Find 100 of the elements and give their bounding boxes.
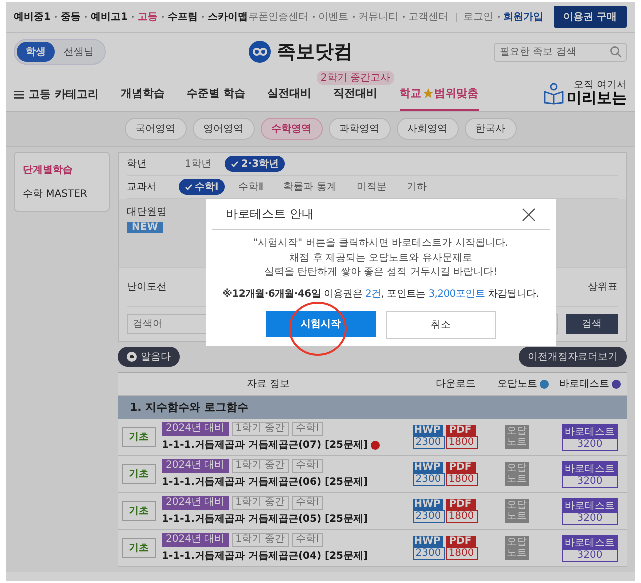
- level-link[interactable]: 스카이맵: [208, 10, 248, 24]
- search-field[interactable]: 필요한 족보 검색: [494, 42, 627, 62]
- promo-caption: 오직 여기서: [574, 80, 627, 92]
- subject-tab[interactable]: 국어영역: [124, 118, 186, 140]
- level-tag: 기초: [122, 464, 156, 484]
- quick-test-button[interactable]: 바로테스트 3200: [562, 534, 618, 562]
- nav-badge: 2학기 중간고사: [316, 71, 394, 85]
- info-tag: 2024년 대비: [162, 533, 229, 547]
- logo-icon: [247, 39, 273, 65]
- logo-text[interactable]: 족보닷컴: [277, 39, 353, 65]
- quick-test-button[interactable]: 바로테스트 3200: [562, 460, 618, 488]
- level-link[interactable]: 예비고1: [90, 10, 128, 24]
- top-link[interactable]: 고객센터: [408, 10, 449, 24]
- sidebar-item[interactable]: 단계별학습: [23, 163, 101, 177]
- nav-tab-label[interactable]: 학교: [400, 86, 422, 101]
- subject-tab[interactable]: 수학영역: [260, 118, 322, 140]
- grade-option[interactable]: 1학년: [179, 156, 218, 172]
- textbook-option[interactable]: 기하: [400, 179, 433, 195]
- level-tag: 기초: [122, 501, 156, 521]
- cancel-button[interactable]: 취소: [386, 310, 496, 338]
- level-tag: 기초: [122, 427, 156, 447]
- nav-tab[interactable]: 직전대비: [334, 86, 378, 111]
- nav-tab-label[interactable]: 실전대비: [268, 86, 312, 101]
- menu-icon[interactable]: [14, 90, 24, 98]
- pdf-download-button[interactable]: PDF 1800: [446, 536, 476, 560]
- column-header: 다운로드: [435, 378, 477, 391]
- category-label[interactable]: 고등 카테고리: [29, 87, 99, 102]
- column-header: 바로테스트: [553, 377, 627, 391]
- dialog-notice: ※12개월·6개월·46일 이용권은 2건, 포인트는 3,200포인트 차감됩니다.: [222, 288, 540, 300]
- search-button[interactable]: 검색: [566, 314, 618, 334]
- textbook-option[interactable]: 수학Ⅱ: [232, 179, 270, 195]
- filter-label: 난이도선: [127, 281, 168, 294]
- level-tag: 기초: [122, 538, 156, 558]
- search-icon[interactable]: [610, 46, 622, 58]
- role-option[interactable]: 선생님: [55, 42, 103, 62]
- nav-tab-label[interactable]: 직전대비: [334, 86, 378, 101]
- pdf-download-button[interactable]: PDF 1800: [446, 425, 476, 449]
- nav-tab-label[interactable]: 수준별 학습: [186, 86, 246, 101]
- alert-button[interactable]: 알음다: [118, 347, 180, 367]
- filter-label: 대단원명: [127, 206, 168, 219]
- material-title[interactable]: 1-1-1.거듭제곱과 거듭제곱근(06) [25문제]: [162, 475, 368, 489]
- role-option[interactable]: 학생: [17, 42, 55, 62]
- hwp-download-button[interactable]: HWP 2300: [412, 536, 442, 560]
- grade-option[interactable]: 2·3학년: [225, 156, 286, 172]
- signup-link[interactable]: 회원가입: [504, 10, 544, 24]
- subject-tab[interactable]: 과학영역: [328, 118, 390, 140]
- nav-tab[interactable]: 수준별 학습: [186, 86, 246, 111]
- material-title[interactable]: 1-1-1.거듭제곱과 거듭제곱근(04) [25문제]: [162, 549, 368, 563]
- top-link[interactable]: 이벤트: [318, 10, 349, 24]
- info-tag: 2024년 대비: [162, 496, 229, 510]
- textbook-option[interactable]: 미적분: [350, 179, 393, 195]
- section-header: 1. 지수함수와 로그함수: [118, 396, 627, 419]
- level-link[interactable]: 예비중1: [14, 10, 51, 24]
- buy-pass-button[interactable]: 이용권 구매: [554, 6, 627, 28]
- filter-option[interactable]: 상위표: [588, 280, 618, 294]
- dialog-message: "시험시작" 버튼을 클릭하시면 바로테스트가 시작됩니다. 채점 후 제공되는 오답노트와 유사문제로 실력을 탄탄하게 쌓아 좋은 성적 거두시길 바랍니다!: [252, 237, 510, 280]
- level-link[interactable]: 고등: [138, 10, 158, 24]
- level-link[interactable]: 수프림: [168, 10, 198, 24]
- book-icon: [544, 82, 564, 105]
- info-tag: 수학Ⅰ: [292, 533, 324, 547]
- info-tag: 2024년 대비: [162, 422, 229, 436]
- subject-tab[interactable]: 사회영역: [396, 118, 458, 140]
- textbook-option[interactable]: 수학Ⅰ: [179, 179, 225, 195]
- filter-label: 학년: [127, 158, 148, 171]
- level-link[interactable]: 중등: [60, 10, 81, 24]
- check-icon: [231, 160, 240, 168]
- hwp-download-button[interactable]: HWP 2300: [412, 425, 442, 449]
- textbook-option[interactable]: 확률과 통계: [278, 179, 343, 195]
- subject-tab[interactable]: 한국사: [464, 118, 516, 140]
- check-icon: [185, 184, 193, 190]
- material-title[interactable]: 1-1-1.거듭제곱과 거듭제곱근(07) [25문제]: [162, 438, 368, 452]
- info-tag: 1학기 중간: [232, 422, 290, 436]
- sidebar-item[interactable]: 수학 MASTER: [23, 187, 101, 201]
- nav-tab[interactable]: 개념학습: [120, 86, 165, 111]
- top-link[interactable]: 커뮤니티: [358, 10, 399, 24]
- quick-test-button[interactable]: 바로테스트 3200: [562, 498, 618, 524]
- material-title[interactable]: 1-1-1.거듭제곱과 거듭제곱근(05) [25문제]: [162, 512, 368, 526]
- info-tag: 수학Ⅰ: [292, 496, 324, 510]
- more-materials-button[interactable]: 이전개정자료더보기: [519, 347, 627, 367]
- login-link[interactable]: 로그인: [464, 10, 494, 24]
- nav-tab-label[interactable]: 개념학습: [120, 86, 165, 101]
- close-icon[interactable]: [522, 208, 536, 222]
- info-tag: 1학기 중간: [232, 459, 290, 473]
- new-badge: NEW: [127, 222, 164, 233]
- info-tag: 수학Ⅰ: [292, 422, 324, 436]
- start-test-button[interactable]: 시험시작: [266, 310, 376, 336]
- top-link[interactable]: 쿠폰인증센터: [248, 10, 309, 24]
- category-menu[interactable]: 고등 카테고리: [14, 87, 99, 111]
- quick-test-button[interactable]: 바로테스트 3200: [562, 424, 618, 450]
- dialog-title: 바로테스트 안내: [226, 206, 314, 223]
- hwp-download-button[interactable]: HWP 2300: [412, 462, 442, 486]
- pdf-download-button[interactable]: PDF 1800: [446, 462, 476, 486]
- subject-tab[interactable]: 영어영역: [192, 118, 254, 140]
- nav-tab-label[interactable]: 범위맞춤: [434, 86, 479, 101]
- hwp-download-button[interactable]: HWP 2300: [412, 499, 442, 523]
- info-tag: 2024년 대비: [162, 459, 229, 473]
- info-tag: 1학기 중간: [232, 496, 290, 510]
- pdf-download-button[interactable]: PDF 1800: [446, 499, 476, 523]
- promo-title[interactable]: 미리보는: [567, 91, 627, 107]
- nav-tab[interactable]: 실전대비: [268, 86, 312, 111]
